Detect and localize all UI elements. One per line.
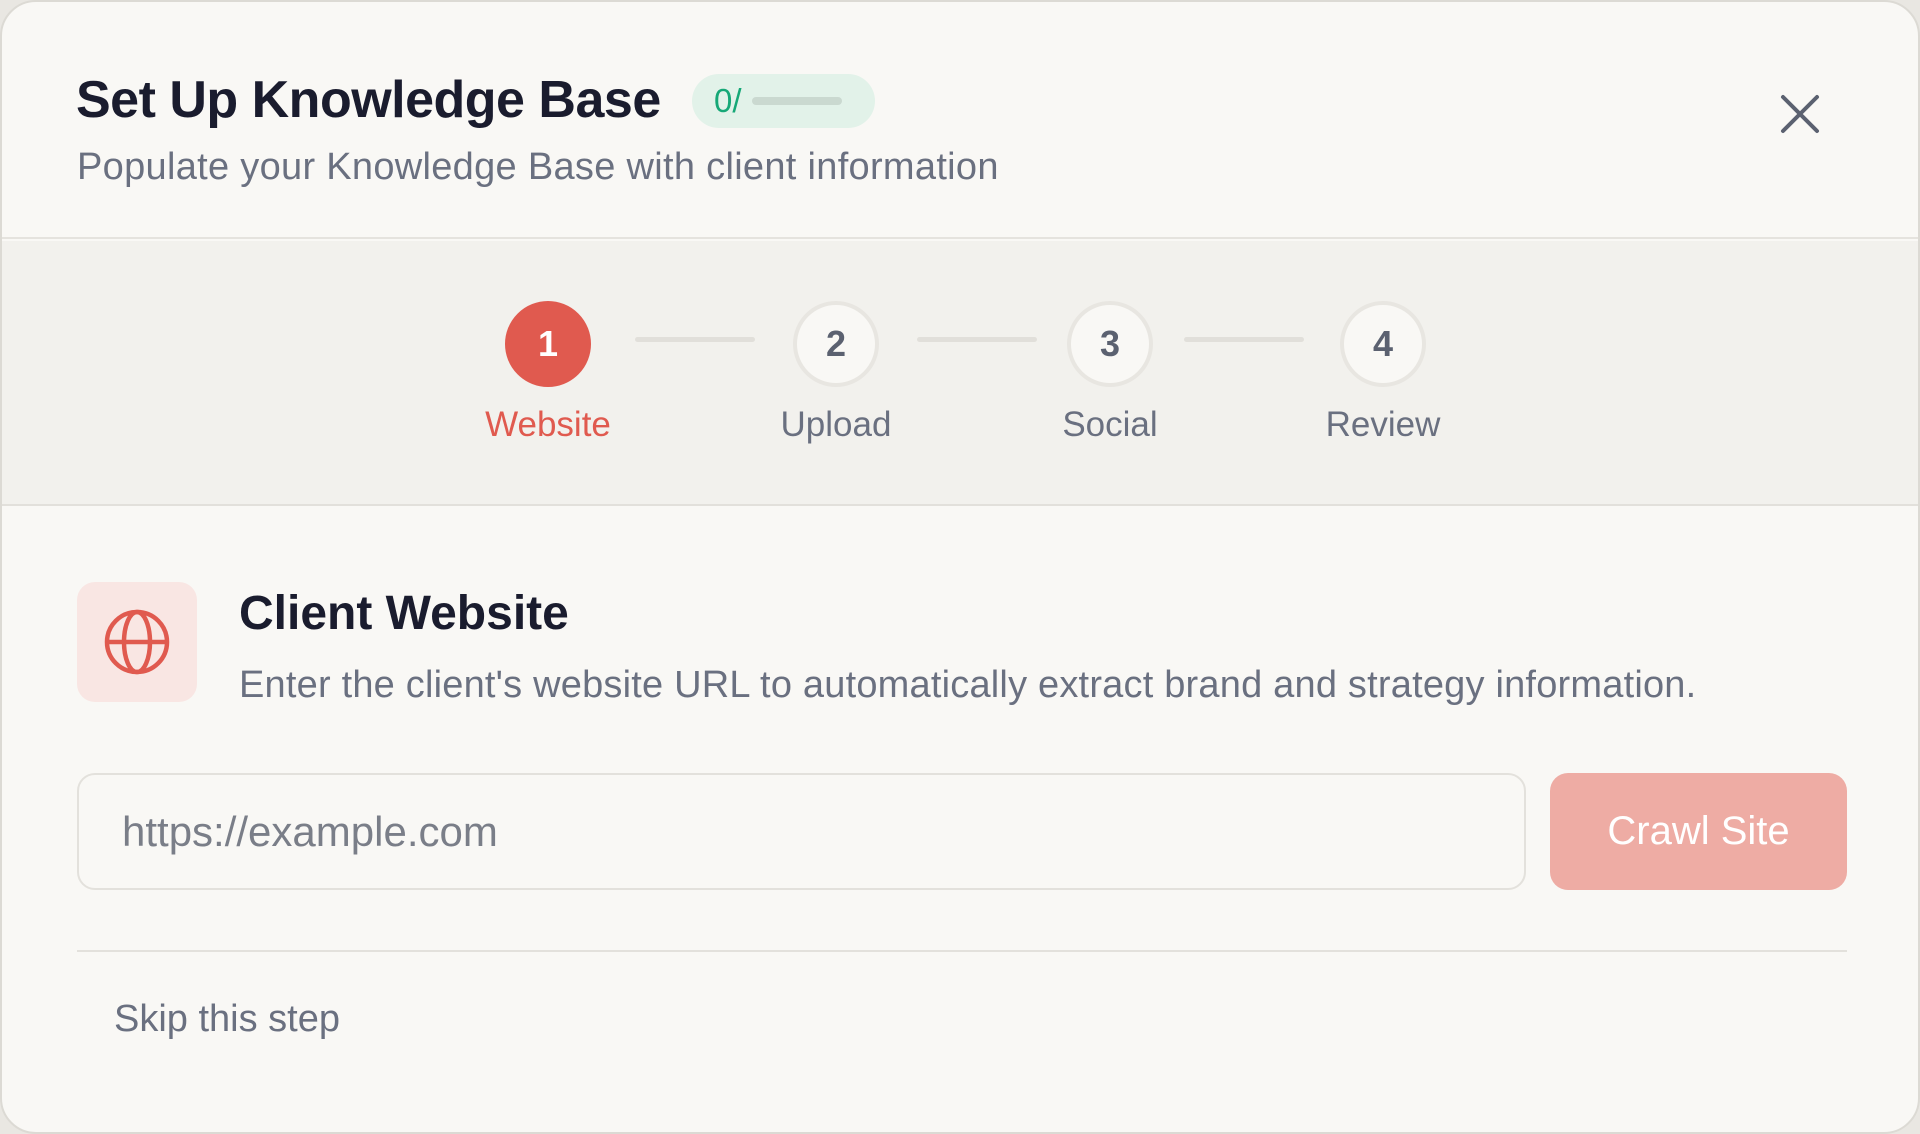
skip-step-link[interactable]: Skip this step (114, 998, 340, 1041)
website-url-input[interactable] (77, 773, 1526, 890)
step-label: Website (485, 405, 611, 444)
step-number: 4 (1340, 301, 1426, 387)
modal-header: Set Up Knowledge Base 0/ Populate your K… (2, 2, 1918, 239)
progress-badge: 0/ (692, 74, 875, 128)
setup-knowledge-base-modal: Set Up Knowledge Base 0/ Populate your K… (0, 0, 1920, 1134)
step-upload[interactable]: 2 Upload (736, 301, 936, 445)
close-icon (1781, 95, 1819, 133)
modal-title: Set Up Knowledge Base (76, 71, 661, 129)
divider (77, 950, 1847, 952)
step-label: Upload (780, 405, 892, 444)
website-icon-tile (77, 582, 197, 702)
modal-subtitle: Populate your Knowledge Base with client… (77, 146, 999, 188)
step-review[interactable]: 4 Review (1283, 301, 1483, 445)
progress-badge-text: 0/ (714, 82, 742, 119)
step-label: Review (1325, 405, 1441, 444)
close-button[interactable] (1770, 84, 1830, 144)
section-description: Enter the client's website URL to automa… (239, 664, 1697, 706)
section-title: Client Website (239, 587, 569, 640)
step-social[interactable]: 3 Social (1010, 301, 1210, 445)
step-number: 2 (793, 301, 879, 387)
step-number: 3 (1067, 301, 1153, 387)
step-number: 1 (505, 301, 591, 387)
step-label: Social (1062, 405, 1158, 444)
step-website[interactable]: 1 Website (448, 301, 648, 445)
stepper (2, 241, 1918, 506)
progress-bar (751, 97, 842, 105)
globe-icon (104, 609, 170, 675)
crawl-site-button[interactable]: Crawl Site (1550, 773, 1847, 890)
